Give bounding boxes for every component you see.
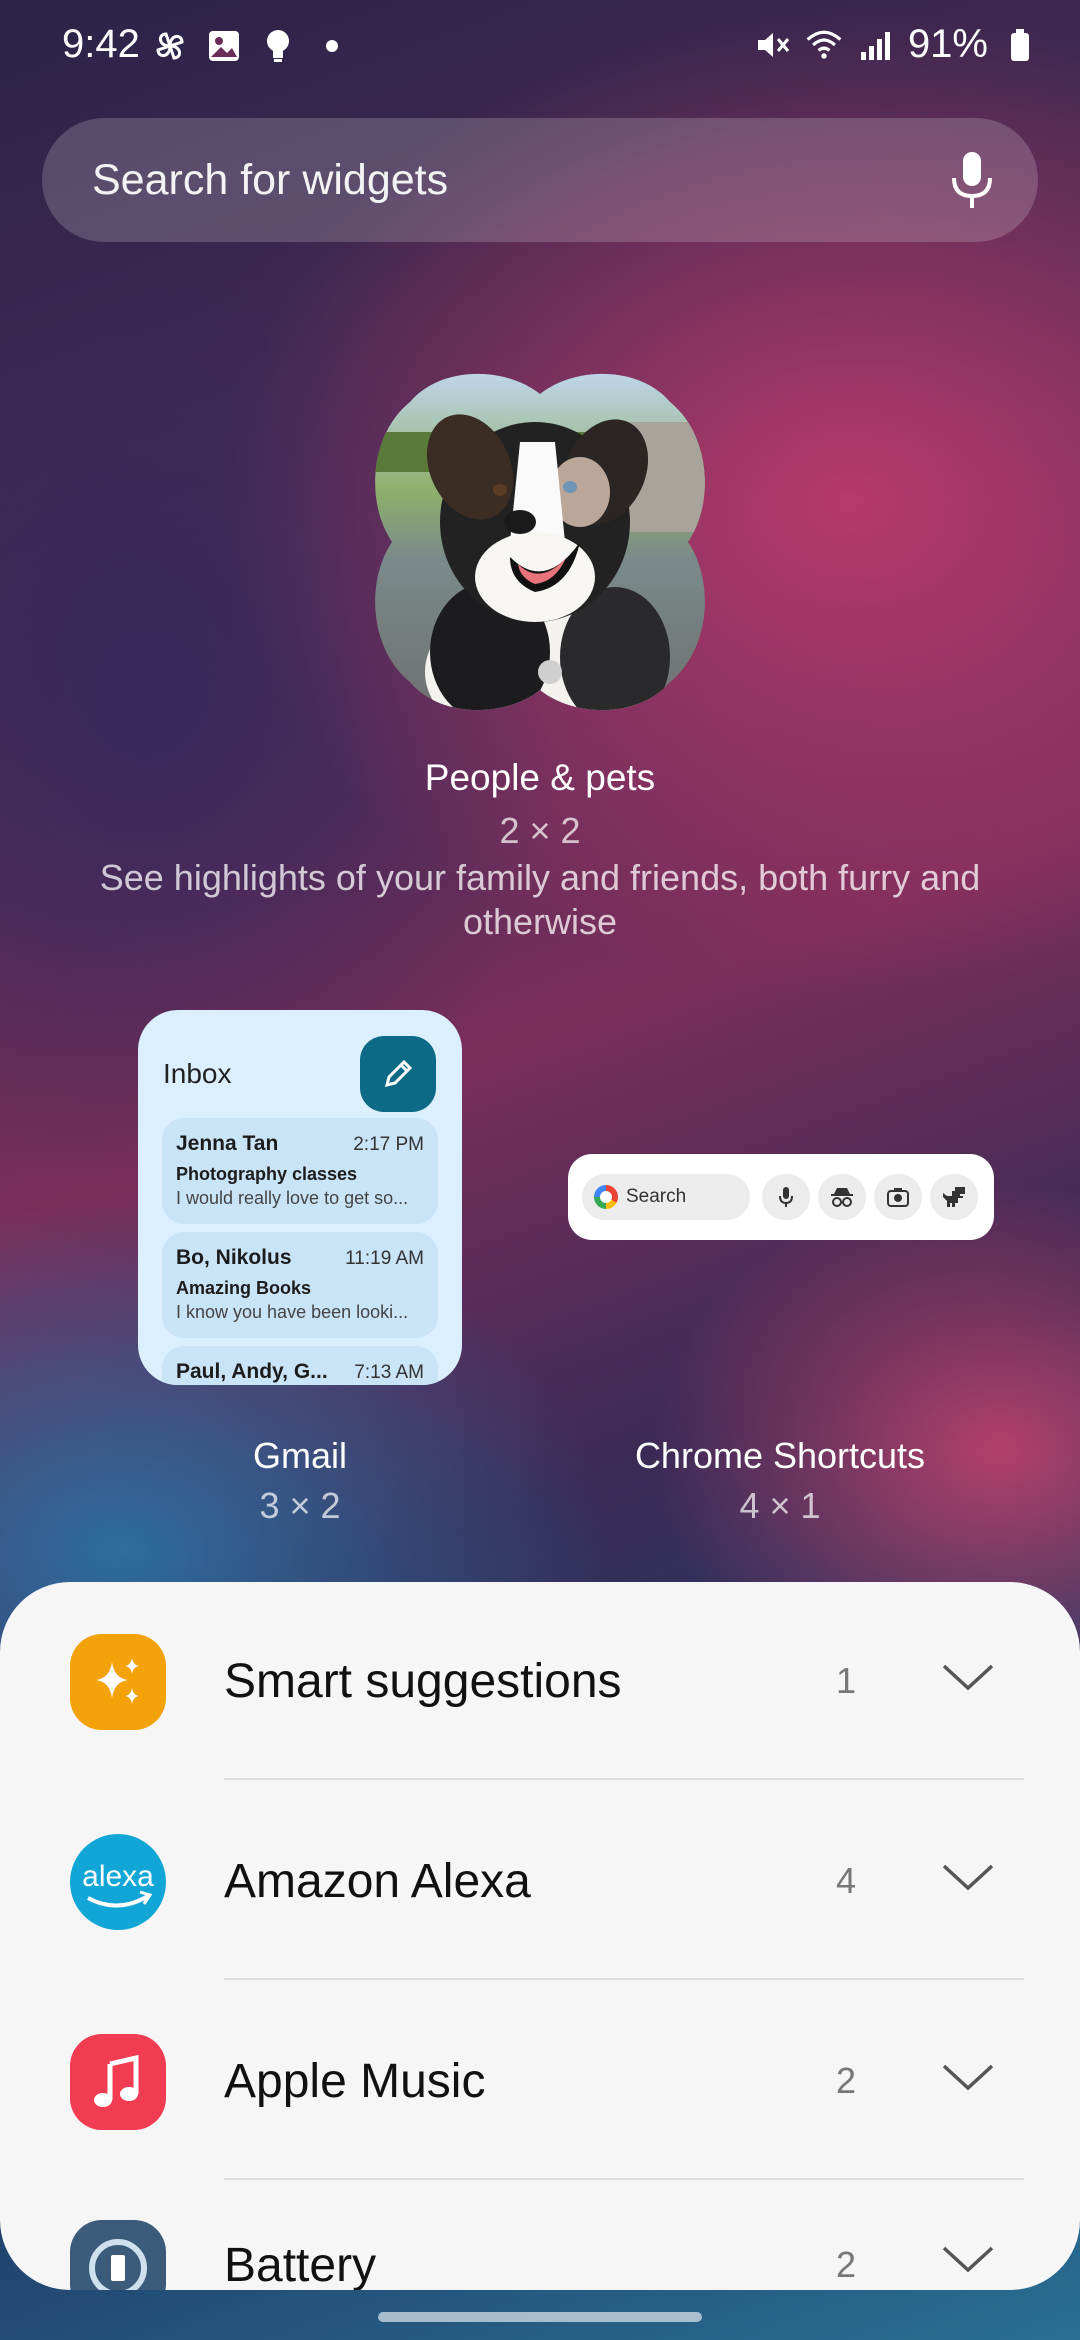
email-time: 11:19 AM bbox=[345, 1248, 424, 1269]
app-name: Smart suggestions bbox=[224, 1655, 622, 1708]
email-subject: Amazing Books bbox=[176, 1278, 312, 1298]
status-bar: 9:42 91% bbox=[0, 0, 1080, 100]
gmail-widget-preview[interactable]: Inbox Jenna Tan 2:17 PM Photography clas… bbox=[138, 1010, 462, 1385]
list-item-battery[interactable]: Battery 2 bbox=[0, 2182, 1080, 2290]
widget-app-list[interactable]: Smart suggestions 1 alexa Amazon Alexa 4… bbox=[0, 1582, 1080, 2290]
battery-app-icon bbox=[70, 2220, 166, 2290]
email-snippet: I know you have been looki... bbox=[176, 1302, 409, 1322]
incognito-icon bbox=[818, 1174, 866, 1220]
signal-icon bbox=[856, 25, 896, 65]
app-name: Battery bbox=[224, 2239, 377, 2290]
battery-icon bbox=[1000, 25, 1040, 65]
featured-widget-description: See highlights of your family and friend… bbox=[99, 857, 981, 942]
pinwheel-icon bbox=[150, 26, 190, 66]
widget-count: 2 bbox=[835, 2244, 857, 2285]
gmail-widget-size: 3 × 2 bbox=[259, 1485, 341, 1526]
chevron-down-icon[interactable] bbox=[940, 1658, 996, 1698]
gmail-widget-label: Gmail bbox=[252, 1435, 347, 1476]
alexa-icon-text: alexa bbox=[82, 1860, 154, 1893]
dog-photo bbox=[375, 373, 705, 711]
email-subject: Photography classes bbox=[176, 1164, 358, 1184]
notification-icons bbox=[150, 26, 352, 66]
lens-icon bbox=[874, 1174, 922, 1220]
music-note-icon bbox=[70, 2034, 166, 2130]
list-item-smart-suggestions[interactable]: Smart suggestions 1 bbox=[0, 1582, 1080, 1782]
wifi-icon bbox=[804, 25, 844, 65]
gesture-handle[interactable] bbox=[378, 2312, 702, 2322]
featured-widget-title: People & pets bbox=[424, 757, 656, 798]
chevron-down-icon[interactable] bbox=[940, 1858, 996, 1898]
bulb-icon bbox=[258, 26, 298, 66]
system-icons: 91% bbox=[752, 22, 1040, 67]
email-sender: Bo, Nikolus bbox=[176, 1246, 292, 1269]
battery-percent: 91% bbox=[907, 22, 988, 66]
dino-icon bbox=[930, 1174, 978, 1220]
widget-search-bar[interactable]: Search for widgets bbox=[42, 118, 1038, 242]
email-item: Paul, Andy, G... 7:13 AM bbox=[162, 1346, 438, 1385]
featured-widget-size: 2 × 2 bbox=[499, 810, 581, 851]
chevron-down-icon[interactable] bbox=[940, 2058, 996, 2098]
people-pets-widget-preview[interactable] bbox=[370, 372, 710, 712]
chrome-widget-size: 4 × 1 bbox=[739, 1485, 821, 1526]
chrome-search-label: Search bbox=[626, 1186, 687, 1207]
list-item-amazon-alexa[interactable]: alexa Amazon Alexa 4 bbox=[0, 1782, 1080, 1982]
widget-count: 1 bbox=[835, 1660, 857, 1701]
compose-pencil-icon bbox=[360, 1036, 436, 1112]
mic-icon bbox=[762, 1174, 810, 1220]
google-logo-icon bbox=[594, 1185, 618, 1209]
search-placeholder: Search for widgets bbox=[92, 156, 449, 204]
alexa-icon: alexa bbox=[70, 1834, 166, 1930]
email-time: 7:13 AM bbox=[354, 1362, 424, 1383]
email-snippet: I would really love to get so... bbox=[176, 1188, 409, 1208]
app-name: Amazon Alexa bbox=[224, 1855, 531, 1908]
list-item-apple-music[interactable]: Apple Music 2 bbox=[0, 1982, 1080, 2182]
email-time: 2:17 PM bbox=[353, 1134, 424, 1155]
gallery-icon bbox=[204, 26, 244, 66]
widget-count: 2 bbox=[835, 2060, 857, 2101]
divider bbox=[224, 2178, 1024, 2180]
app-name: Apple Music bbox=[224, 2055, 486, 2108]
chrome-search-pill: Search bbox=[582, 1174, 750, 1220]
sparkle-icon bbox=[70, 1634, 166, 1730]
dot-icon bbox=[312, 26, 352, 66]
divider bbox=[224, 1778, 1024, 1780]
status-time: 9:42 bbox=[62, 22, 140, 66]
gmail-inbox-label: Inbox bbox=[163, 1058, 232, 1089]
mic-icon[interactable] bbox=[942, 148, 1002, 212]
chevron-down-icon[interactable] bbox=[940, 2240, 996, 2280]
email-sender: Jenna Tan bbox=[176, 1132, 279, 1155]
mute-icon bbox=[752, 25, 792, 65]
chrome-widget-label: Chrome Shortcuts bbox=[634, 1435, 926, 1476]
chrome-shortcuts-widget-preview[interactable]: Search bbox=[568, 1154, 994, 1240]
email-item: Jenna Tan 2:17 PM Photography classes I … bbox=[162, 1118, 438, 1224]
email-item: Bo, Nikolus 11:19 AM Amazing Books I kno… bbox=[162, 1232, 438, 1338]
email-sender: Paul, Andy, G... bbox=[176, 1360, 328, 1383]
divider bbox=[224, 1978, 1024, 1980]
widget-count: 4 bbox=[835, 1860, 857, 1901]
